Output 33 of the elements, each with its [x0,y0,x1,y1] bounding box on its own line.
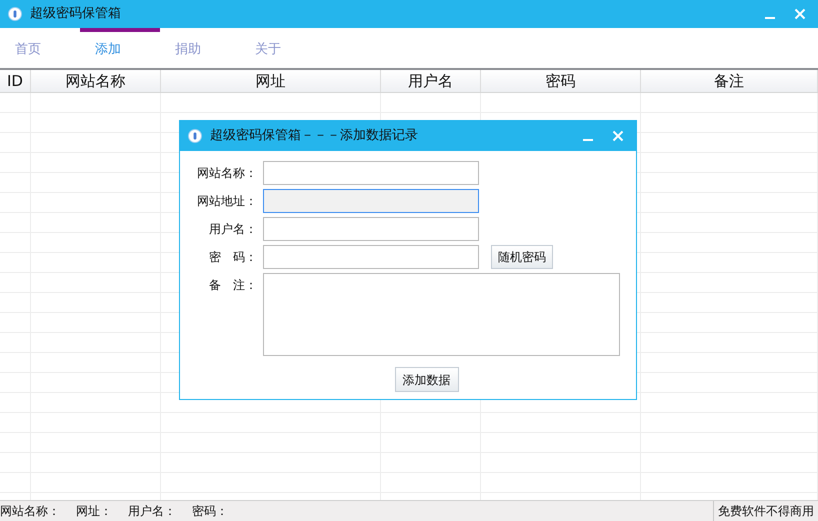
column-header[interactable]: 密码 [481,70,641,92]
field-label: 网站名称： [196,165,257,182]
column-header[interactable]: ID [0,70,31,92]
column-header[interactable]: 网址 [161,70,381,92]
status-text: 网站名称： [0,503,60,520]
close-button[interactable] [612,130,624,142]
status-text: 密码： [192,503,228,520]
column-header[interactable]: 网站名称 [31,70,161,92]
field-label: 网站地址： [196,193,257,210]
add-data-button[interactable]: 添加数据 [394,367,458,392]
close-button[interactable] [794,8,806,20]
status-text: 网址： [76,503,112,520]
status-text: 用户名： [128,503,176,520]
minimize-icon [583,139,593,141]
dialog-title: 超级密码保管箱－－－添加数据记录 [210,127,418,146]
column-header[interactable]: 用户名 [381,70,481,92]
close-icon [612,130,624,142]
window-title: 超级密码保管箱 [30,5,121,24]
input-field[interactable] [263,161,479,185]
status-text: 免费软件不得商用 [713,501,818,521]
minimize-icon [765,17,775,19]
info-icon [188,129,202,143]
info-icon [8,7,22,21]
notes-field[interactable] [263,273,620,356]
random-password-button[interactable]: 随机密码 [491,245,553,269]
input-field[interactable] [263,245,479,269]
field-label: 密 码： [208,249,257,266]
field-label: 用户名： [208,221,257,238]
column-header[interactable]: 备注 [641,70,818,92]
close-icon [794,8,806,20]
input-field[interactable] [263,217,479,241]
field-label: 备 注： [208,277,257,294]
input-field[interactable] [263,189,479,213]
